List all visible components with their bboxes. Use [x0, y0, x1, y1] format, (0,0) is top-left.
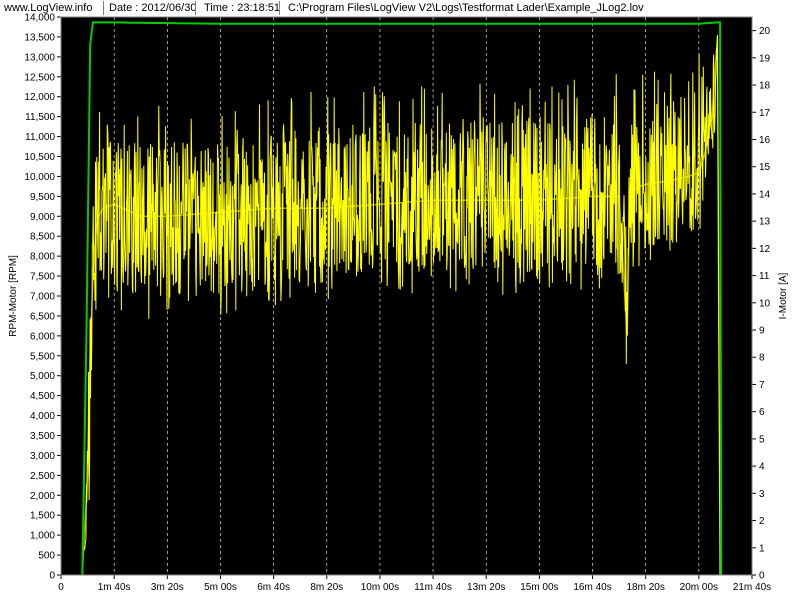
y-left-tick-label: 8,500: [30, 232, 55, 243]
y-right-tick-label: 13: [759, 217, 771, 228]
y-left-tick-label: 1,000: [30, 531, 55, 542]
y-right-tick-label: 11: [759, 271, 770, 282]
x-tick-label: 5m 00s: [204, 582, 237, 593]
y-right-tick-label: 4: [759, 462, 765, 473]
y-left-tick-label: 5,000: [30, 371, 55, 382]
y-right-tick-label: 17: [759, 108, 771, 119]
right-axis: 01234567891011121314151617181920: [752, 26, 771, 582]
x-tick-label: 1m 40s: [98, 582, 131, 593]
y-left-tick-label: 1,500: [30, 511, 55, 522]
x-tick-label: 16m 40s: [573, 582, 611, 593]
x-tick-label: 6m 40s: [257, 582, 290, 593]
x-tick-label: 11m 40s: [414, 582, 452, 593]
y-left-tick-label: 5,500: [30, 351, 55, 362]
y-left-tick-label: 3,500: [30, 431, 55, 442]
x-axis: 0 1m 40s 3m 20s 5m 00s 6m 40s 8m 20s 10m 00s 11…: [58, 575, 771, 593]
y-left-tick-label: 8,000: [30, 252, 55, 263]
y-right-tick-label: 2: [759, 516, 765, 527]
left-axis: 0 500 1,000 1,500 2,000 2,500 3,000 3,500 4,000 4…: [24, 13, 61, 582]
x-tick-label: 13m 20s: [467, 582, 505, 593]
y-right-tick-label: 12: [759, 244, 771, 255]
y-right-tick-label: 19: [759, 53, 771, 64]
y-right-tick-label: 0: [759, 571, 765, 582]
chart[interactable]: 05001,0001,5002,0002,5003,0003,5004,0004…: [0, 0, 800, 597]
x-tick-label: 8m 20s: [310, 582, 343, 593]
y-right-tick-label: 14: [759, 189, 771, 200]
y-left-tick-label: 4,500: [30, 391, 55, 402]
x-tick-label: 21m 40s: [733, 582, 771, 593]
y-left-tick-label: 2,000: [30, 491, 55, 502]
x-tick-label: 20m 00s: [680, 582, 718, 593]
x-tick-label: 3m 20s: [151, 582, 184, 593]
y-right-tick-label: 8: [759, 353, 765, 364]
y-right-tick-label: 18: [759, 81, 771, 92]
y-right-tick-label: 3: [759, 489, 765, 500]
y-left-tick-label: 13,000: [24, 52, 55, 63]
y-right-tick-label: 10: [759, 298, 771, 309]
x-tick-label: 18m 20s: [627, 582, 665, 593]
y-right-tick-label: 15: [759, 162, 771, 173]
y-left-tick-label: 12,000: [24, 92, 55, 103]
y-left-tick-label: 9,500: [30, 192, 55, 203]
y-left-tick-label: 11,500: [25, 112, 55, 123]
y-left-tick-label: 13,500: [24, 32, 55, 43]
y-left-tick-label: 4,000: [30, 411, 55, 422]
x-tick-label: 10m 00s: [361, 582, 399, 593]
y-left-tick-label: 9,000: [30, 212, 55, 223]
x-tick-label: 15m 00s: [520, 582, 558, 593]
plot-area: [61, 17, 752, 575]
y-right-tick-label: 9: [759, 326, 765, 337]
y-right-tick-label: 5: [759, 434, 765, 445]
x-tick-label: 0: [58, 582, 64, 593]
y-left-tick-label: 14,000: [24, 13, 55, 24]
y-left-tick-label: 7,000: [30, 292, 55, 303]
y-right-tick-label: 16: [759, 135, 771, 146]
y-left-tick-label: 10,500: [24, 152, 55, 163]
y-left-tick-label: 6,500: [30, 311, 55, 322]
y-left-tick-label: 7,500: [30, 272, 55, 283]
y-right-tick-label: 20: [759, 26, 771, 37]
y-right-tick-label: 1: [759, 543, 765, 554]
y-left-tick-label: 11,000: [25, 132, 55, 143]
y-left-tick-label: 10,000: [24, 172, 55, 183]
y-left-tick-label: 500: [38, 551, 55, 562]
y-left-tick-label: 3,000: [30, 451, 55, 462]
y-left-tick-label: 12,500: [24, 72, 55, 83]
y-left-tick-label: 6,000: [30, 331, 55, 342]
y-right-label: I-Motor [A]: [778, 272, 789, 319]
y-right-tick-label: 7: [759, 380, 765, 391]
y-left-label: RPM-Motor [RPM]: [8, 255, 19, 337]
y-left-tick-label: 2,500: [30, 471, 55, 482]
y-left-tick-label: 0: [49, 571, 55, 582]
y-right-tick-label: 6: [759, 407, 765, 418]
